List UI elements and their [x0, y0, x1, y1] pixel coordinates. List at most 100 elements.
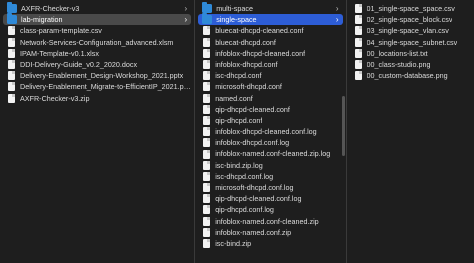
file-item[interactable]: named.conf: [198, 93, 342, 104]
folder-item[interactable]: multi-space ›: [198, 2, 342, 14]
file-item[interactable]: qip-dhcpd.conf.log: [198, 204, 342, 215]
document-icon: [203, 48, 211, 58]
file-item[interactable]: IPAM-Template-v0.1.xlsx: [3, 48, 191, 59]
column-3-list: 01_single-space_space.csv 02_single-space…: [347, 0, 474, 81]
item-label: qip-dhcpd.conf.log: [215, 205, 274, 215]
file-item[interactable]: microsoft-dhcpd.conf: [198, 81, 342, 92]
document-icon: [203, 104, 211, 114]
folder-item[interactable]: lab-migration ›: [3, 13, 192, 26]
column-1[interactable]: AXFR-Checker-v3 › lab-migration › class-para…: [0, 0, 194, 263]
item-label: DDI-Delivery-Guide_v0.2_2020.docx: [20, 59, 138, 69]
document-icon: [203, 115, 211, 125]
document-icon: [354, 71, 362, 81]
folder-item[interactable]: single-space ›: [198, 13, 343, 26]
file-item[interactable]: qip-dhcpd.conf: [198, 115, 342, 126]
item-label: isc-dhcpd.conf: [215, 71, 262, 81]
item-label: multi-space: [216, 4, 253, 13]
document-icon: [8, 71, 15, 81]
item-label: isc-bind.zip.log: [215, 160, 263, 170]
file-item[interactable]: isc-bind.zip.log: [198, 160, 342, 171]
item-label: microsoft-dhcpd.conf.log: [215, 183, 294, 192]
file-item[interactable]: infoblox-dhcpd.conf.log: [198, 137, 342, 148]
file-item[interactable]: 02_single-space_block.csv: [350, 14, 471, 25]
item-label: IPAM-Template-v0.1.xlsx: [20, 48, 99, 58]
document-icon: [354, 15, 362, 25]
file-item[interactable]: class-param-template.csv: [3, 25, 191, 36]
folder-icon: [202, 13, 213, 25]
document-icon: [203, 37, 211, 47]
file-item[interactable]: 01_single-space_space.csv: [350, 3, 471, 14]
document-icon: [203, 194, 211, 204]
document-icon: [203, 26, 211, 36]
document-icon: [203, 71, 211, 81]
file-item[interactable]: Delivery-Enablement_Design-Workshop_2021…: [3, 70, 191, 81]
file-item[interactable]: infoblox-dhcpd-cleaned.conf.log: [198, 126, 342, 137]
item-label: infoblox-named.conf-cleaned.zip.log: [215, 149, 331, 159]
document-icon: [203, 160, 211, 170]
file-item[interactable]: bluecat-dhcpd.conf: [198, 37, 342, 48]
item-label: 04_single-space_subnet.csv: [366, 37, 458, 47]
file-item[interactable]: infoblox-dhcpd.conf: [198, 59, 342, 70]
item-label: infoblox-named.conf.zip: [215, 227, 292, 237]
file-item[interactable]: infoblox-named.conf-cleaned.zip.log: [198, 148, 342, 159]
document-icon: [203, 138, 211, 148]
file-item[interactable]: Network-Services-Configuration_advanced.…: [3, 37, 191, 48]
file-item[interactable]: qip-dhcpd-cleaned.conf: [198, 104, 342, 115]
file-item[interactable]: isc-dhcpd.conf: [198, 70, 342, 81]
item-label: 02_single-space_block.csv: [366, 15, 453, 25]
file-item[interactable]: isc-dhcpd.conf.log: [198, 171, 342, 182]
file-item[interactable]: DDI-Delivery-Guide_v0.2_2020.docx: [3, 59, 191, 70]
scrollbar[interactable]: [341, 96, 345, 156]
item-label: 00_class-studio.png: [366, 59, 431, 69]
file-item[interactable]: qip-dhcpd-cleaned.conf.log: [198, 193, 342, 204]
item-label: 00_custom-database.png: [366, 71, 448, 81]
item-label: 03_single-space_vlan.csv: [366, 26, 449, 36]
item-label: infoblox-dhcpd.conf: [215, 59, 278, 69]
document-icon: [354, 60, 362, 70]
item-label: named.conf: [215, 93, 253, 103]
column-2-list: multi-space › single-space › bluecat-dhcpd-c…: [195, 0, 345, 249]
item-label: bluecat-dhcpd-cleaned.conf: [215, 26, 304, 36]
column-2[interactable]: multi-space › single-space › bluecat-dhcpd-c…: [195, 0, 345, 263]
file-item[interactable]: 03_single-space_vlan.csv: [350, 25, 471, 36]
item-label: bluecat-dhcpd.conf: [215, 37, 276, 47]
file-item[interactable]: 00_class-studio.png: [350, 59, 471, 70]
document-icon: [8, 82, 15, 92]
document-icon: [354, 48, 362, 58]
chevron-right-icon: ›: [335, 15, 339, 25]
file-item[interactable]: microsoft-dhcpd.conf.log: [198, 182, 342, 193]
document-icon: [203, 127, 211, 137]
file-item[interactable]: infoblox-named.conf-cleaned.zip: [198, 216, 342, 227]
item-label: 00_locations-list.txt: [366, 48, 428, 58]
item-label: AXFR-Checker-v3.zip: [20, 93, 90, 103]
chevron-right-icon: ›: [184, 4, 188, 13]
document-icon: [203, 183, 211, 193]
document-icon: [354, 4, 362, 14]
file-item[interactable]: 00_locations-list.txt: [350, 48, 471, 59]
item-label: infoblox-dhcpd-cleaned.conf.log: [215, 127, 317, 137]
file-item[interactable]: AXFR-Checker-v3.zip: [3, 93, 191, 104]
file-item[interactable]: isc-bind.zip: [198, 238, 342, 249]
folder-icon: [7, 2, 17, 14]
item-label: qip-dhcpd.conf: [215, 115, 263, 125]
item-label: infoblox-dhcpd.conf.log: [215, 138, 290, 148]
file-item[interactable]: bluecat-dhcpd-cleaned.conf: [198, 25, 342, 36]
document-icon: [203, 60, 211, 70]
column-3[interactable]: 01_single-space_space.csv 02_single-space…: [347, 0, 474, 263]
document-icon: [203, 216, 211, 226]
document-icon: [203, 205, 211, 215]
document-icon: [203, 149, 211, 159]
item-label: infoblox-dhcpd-cleaned.conf: [215, 48, 306, 58]
file-item[interactable]: infoblox-dhcpd-cleaned.conf: [198, 48, 342, 59]
document-icon: [8, 26, 15, 36]
column-1-list: AXFR-Checker-v3 › lab-migration › class-para…: [0, 0, 194, 104]
item-label: qip-dhcpd-cleaned.conf.log: [215, 194, 302, 204]
document-icon: [8, 93, 15, 103]
file-item[interactable]: infoblox-named.conf.zip: [198, 227, 342, 238]
file-item[interactable]: 04_single-space_subnet.csv: [350, 37, 471, 48]
file-item[interactable]: Delivery-Enablement_Migrate-to-Efficient…: [3, 81, 191, 92]
document-icon: [8, 37, 15, 47]
folder-item[interactable]: AXFR-Checker-v3 ›: [3, 2, 191, 14]
document-icon: [354, 26, 362, 36]
file-item[interactable]: 00_custom-database.png: [350, 70, 471, 81]
